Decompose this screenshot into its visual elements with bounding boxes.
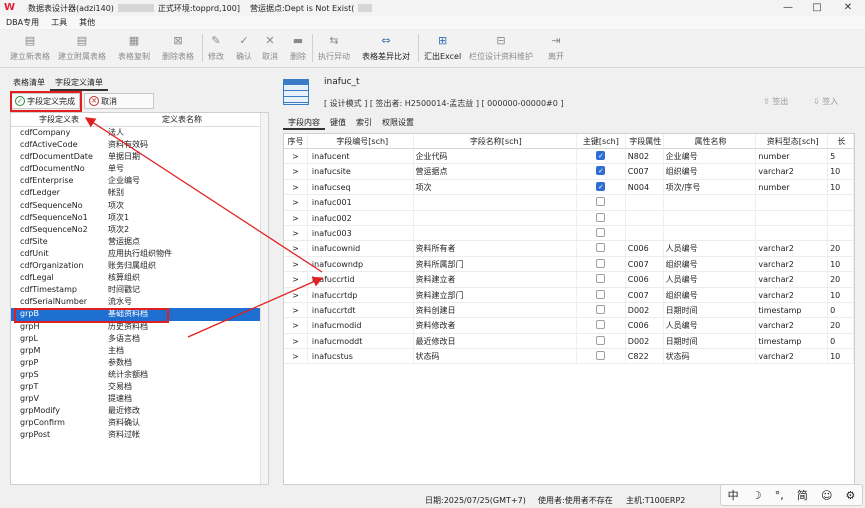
moon-icon[interactable]: ☽ — [752, 489, 762, 502]
settings-gear-icon[interactable]: ⚙ — [846, 489, 856, 502]
status-host: 主机:T100ERP2 — [626, 496, 686, 505]
ime-mode-icon[interactable]: 中 — [728, 487, 739, 503]
status-user: 使用者:使用者不存在 — [538, 496, 613, 505]
arrow-to-done-button — [84, 117, 323, 273]
annotation-arrows — [84, 117, 324, 338]
simplified-icon[interactable]: 简 — [797, 487, 808, 503]
punctuation-icon[interactable]: °, — [775, 489, 784, 502]
arrow-to-grid — [187, 276, 324, 338]
status-date: 日期:2025/07/25(GMT+7) — [425, 496, 526, 505]
ime-toolbar: 中 ☽ °, 简 ☺ ⚙ — [720, 484, 863, 506]
emoji-icon[interactable]: ☺ — [821, 489, 832, 502]
